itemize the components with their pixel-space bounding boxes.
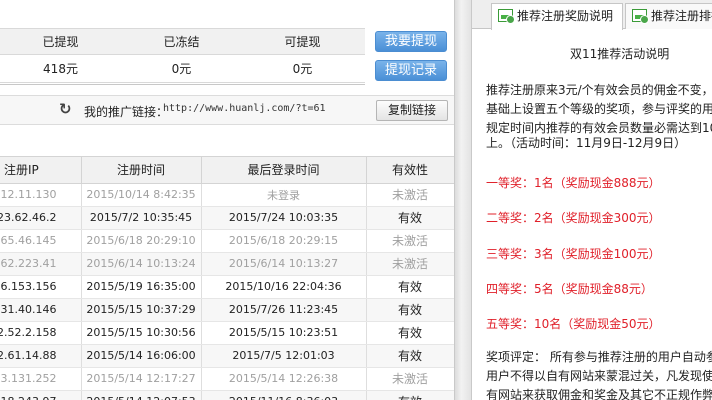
table-row: 112.31.40.146 2015/5/15 10:37:29 2015/7/… — [0, 298, 454, 322]
row-ip: 112.65.46.145 — [0, 229, 82, 253]
col-reg-ip: 注册IP — [0, 157, 82, 184]
table-header-row: 注册IP 注册时间 最后登录时间 有效性 — [0, 157, 454, 184]
available-value: 0元 — [292, 62, 313, 76]
table-row: 112.52.2.158 2015/5/15 10:30:56 2015/5/1… — [0, 321, 454, 345]
row-last-login: 2015/11/16 8:36:03 — [201, 390, 367, 400]
row-last-login: 2015/7/5 12:01:03 — [201, 344, 367, 368]
eval-line: 有网站来获取佣金和奖金及其它不正规作弊 — [486, 388, 712, 400]
referral-table: 注册IP 注册时间 最后登录时间 有效性 112.12.11.130 2015/… — [0, 156, 454, 400]
eval-line: 奖项评定： 所有参与推荐注册的用户自动参 — [486, 350, 712, 364]
panel-splitter[interactable] — [454, 0, 472, 400]
table-row: 112.18.243.97 2015/5/14 12:07:53 2015/11… — [0, 390, 454, 400]
row-status: 有效 — [366, 321, 454, 345]
row-ip: 112.162.223.41 — [0, 252, 82, 276]
row-ip: 112.36.153.156 — [0, 275, 82, 299]
referral-link-bar: ↻ 我的推广链接： http://www.huanlj.com/?t=61 复制… — [0, 95, 454, 125]
row-status: 有效 — [366, 344, 454, 368]
row-reg-time: 2015/5/15 10:37:29 — [81, 298, 202, 322]
tab-reward-rules[interactable]: 推荐注册奖励说明 — [491, 3, 623, 30]
rules-title: 双11推荐活动说明 — [570, 47, 670, 61]
row-ip: 112.61.14.88 — [0, 344, 82, 368]
row-status: 有效 — [366, 298, 454, 322]
prize-line: 三等奖：3名（奖励现金100元） — [486, 247, 661, 261]
row-reg-time: 2015/5/14 12:07:53 — [81, 390, 202, 400]
tab-referral-ranking-label: 推荐注册排行 — [651, 9, 712, 23]
row-status: 有效 — [366, 390, 454, 400]
frozen-header: 已冻结 — [163, 35, 200, 49]
available-header: 可提现 — [284, 35, 321, 49]
intro-line: 上。（活动时间：11月9日-12月9日） — [486, 136, 687, 150]
withdrawn-value: 418元 — [43, 62, 78, 76]
row-status: 有效 — [366, 275, 454, 299]
table-row: 112.61.14.88 2015/5/14 16:06:00 2015/7/5… — [0, 344, 454, 368]
table-row: 112.12.11.130 2015/10/14 8:42:35 未登录 未激活 — [0, 183, 454, 207]
prize-line: 二等奖：2名（奖励现金300元） — [486, 211, 661, 225]
withdrawn-header: 已提现 — [42, 35, 79, 49]
row-reg-time: 2015/6/18 20:29:10 — [81, 229, 202, 253]
referral-link-label: 我的推广链接： — [84, 105, 169, 119]
eval-line: 用户不得以自有网站来蒙混过关，凡发现使 — [486, 369, 712, 383]
refresh-icon[interactable]: ↻ — [59, 101, 75, 117]
rules-tabs: 推荐注册奖励说明 推荐注册排行 — [472, 0, 712, 30]
prize-line: 四等奖：5名（奖励现金88元） — [486, 282, 653, 296]
document-icon — [498, 9, 515, 24]
row-status: 未激活 — [366, 367, 454, 391]
row-reg-time: 2015/5/15 10:30:56 — [81, 321, 202, 345]
row-last-login: 2015/6/18 20:29:15 — [201, 229, 367, 253]
earnings-panel: 已提现 已冻结 可提现 418元 0元 0元 我要提现 提现记录 ↻ 我的推广链… — [0, 0, 454, 400]
col-validity: 有效性 — [366, 157, 454, 184]
row-last-login: 2015/7/24 10:03:35 — [201, 206, 367, 230]
prize-line: 一等奖：1名（奖励现金888元） — [486, 176, 661, 190]
row-reg-time: 2015/5/19 16:35:00 — [81, 275, 202, 299]
referral-link-url[interactable]: http://www.huanlj.com/?t=61 — [163, 103, 326, 114]
row-reg-time: 2015/10/14 8:42:35 — [81, 183, 202, 207]
row-last-login: 2015/7/26 11:23:45 — [201, 298, 367, 322]
row-ip: 112.12.11.130 — [0, 183, 82, 207]
col-last-login: 最后登录时间 — [201, 157, 367, 184]
rules-panel: 推荐注册奖励说明 推荐注册排行 双11推荐活动说明 推荐注册原来3元/个有效会员… — [472, 0, 712, 400]
row-ip: 123.62.46.2 — [0, 206, 82, 230]
row-last-login: 2015/5/14 12:26:38 — [201, 367, 367, 391]
prize-line: 五等奖：10名（奖励现金50元） — [486, 317, 661, 331]
row-status: 未激活 — [366, 229, 454, 253]
tab-referral-ranking[interactable]: 推荐注册排行 — [625, 3, 712, 29]
summary-divider — [0, 84, 365, 85]
table-row: 112.36.153.156 2015/5/19 16:35:00 2015/1… — [0, 275, 454, 299]
summary-header: 已提现 已冻结 可提现 — [0, 28, 365, 55]
intro-line: 基础上设置五个等级的奖项，参与评奖的用 — [486, 102, 712, 116]
tab-reward-rules-label: 推荐注册奖励说明 — [517, 9, 614, 23]
row-last-login: 未登录 — [201, 183, 367, 207]
row-reg-time: 2015/5/14 12:17:27 — [81, 367, 202, 391]
copy-link-button[interactable]: 复制链接 — [376, 100, 448, 121]
frozen-value: 0元 — [171, 62, 192, 76]
row-reg-time: 2015/7/2 10:35:45 — [81, 206, 202, 230]
row-ip: 112.23.131.252 — [0, 367, 82, 391]
row-last-login: 2015/10/16 22:04:36 — [201, 275, 367, 299]
row-status: 未激活 — [366, 252, 454, 276]
col-reg-time: 注册时间 — [81, 157, 202, 184]
row-status: 有效 — [366, 206, 454, 230]
row-status: 未激活 — [366, 183, 454, 207]
table-row: 112.65.46.145 2015/6/18 20:29:10 2015/6/… — [0, 229, 454, 253]
table-row: 112.23.131.252 2015/5/14 12:17:27 2015/5… — [0, 367, 454, 391]
row-ip: 112.52.2.158 — [0, 321, 82, 345]
row-reg-time: 2015/6/14 10:13:24 — [81, 252, 202, 276]
document-icon — [632, 9, 649, 24]
table-row: 112.162.223.41 2015/6/14 10:13:24 2015/6… — [0, 252, 454, 276]
table-row: 123.62.46.2 2015/7/2 10:35:45 2015/7/24 … — [0, 206, 454, 230]
withdraw-records-button[interactable]: 提现记录 — [375, 60, 447, 81]
row-last-login: 2015/6/14 10:13:27 — [201, 252, 367, 276]
summary-values: 418元 0元 0元 — [0, 56, 365, 83]
row-last-login: 2015/5/15 10:23:51 — [201, 321, 367, 345]
withdraw-button[interactable]: 我要提现 — [375, 31, 447, 52]
row-ip: 112.31.40.146 — [0, 298, 82, 322]
row-reg-time: 2015/5/14 16:06:00 — [81, 344, 202, 368]
row-ip: 112.18.243.97 — [0, 390, 82, 400]
intro-line: 推荐注册原来3元/个有效会员的佣金不变， — [486, 83, 712, 97]
